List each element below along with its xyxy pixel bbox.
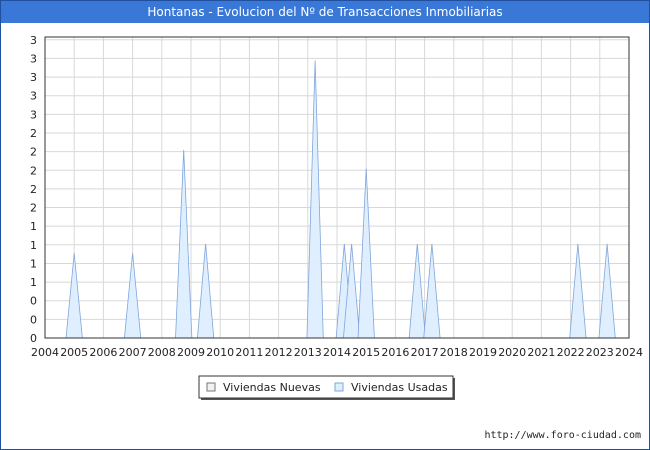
y-tick-label: 0 [30,332,37,345]
y-tick-label: 3 [30,34,37,47]
y-tick-label: 3 [30,71,37,84]
y-tick-label: 2 [30,127,37,140]
x-tick-label: 2020 [498,346,526,359]
legend-label: Viviendas Nuevas [223,381,321,394]
x-tick-label: 2004 [31,346,59,359]
y-tick-label: 2 [30,183,37,196]
x-tick-label: 2022 [557,346,585,359]
x-tick-label: 2010 [206,346,234,359]
x-tick-label: 2016 [381,346,409,359]
y-tick-label: 2 [30,164,37,177]
x-tick-label: 2006 [89,346,117,359]
x-tick-label: 2014 [323,346,351,359]
x-tick-label: 2018 [440,346,468,359]
y-tick-label: 0 [30,295,37,308]
x-tick-label: 2012 [265,346,293,359]
x-tick-label: 2005 [60,346,88,359]
x-tick-label: 2024 [615,346,643,359]
y-tick-label: 1 [30,257,37,270]
x-tick-label: 2021 [527,346,555,359]
x-tick-label: 2009 [177,346,205,359]
chart-area: 2004 2005 2006 2007 2008 2009 2010 2011 2012 2013… [30,34,643,400]
y-tick-label: 3 [30,90,37,103]
chart-title: Hontanas - Evolucion del Nº de Transacci… [1,1,649,23]
y-tick-label: 2 [30,146,37,159]
y-tick-label: 1 [30,220,37,233]
y-tick-label: 2 [30,202,37,215]
y-tick-label: 1 [30,239,37,252]
legend-swatch [206,382,216,392]
y-tick-label: 1 [30,276,37,289]
x-tick-label: 2019 [469,346,497,359]
x-tick-label: 2023 [586,346,614,359]
y-tick-label: 3 [30,108,37,121]
x-tick-label: 2008 [148,346,176,359]
chart-frame: Hontanas - Evolucion del Nº de Transacci… [0,0,650,450]
legend-label: Viviendas Usadas [351,381,448,394]
source-url: http://www.foro-ciudad.com [484,430,641,441]
x-tick-label: 2013 [294,346,322,359]
legend-swatch [334,382,344,392]
y-tick-label: 3 [30,52,37,65]
x-tick-label: 2017 [411,346,439,359]
x-tick-label: 2015 [352,346,380,359]
x-tick-label: 2011 [235,346,263,359]
y-tick-label: 0 [30,313,37,326]
x-tick-label: 2007 [119,346,147,359]
